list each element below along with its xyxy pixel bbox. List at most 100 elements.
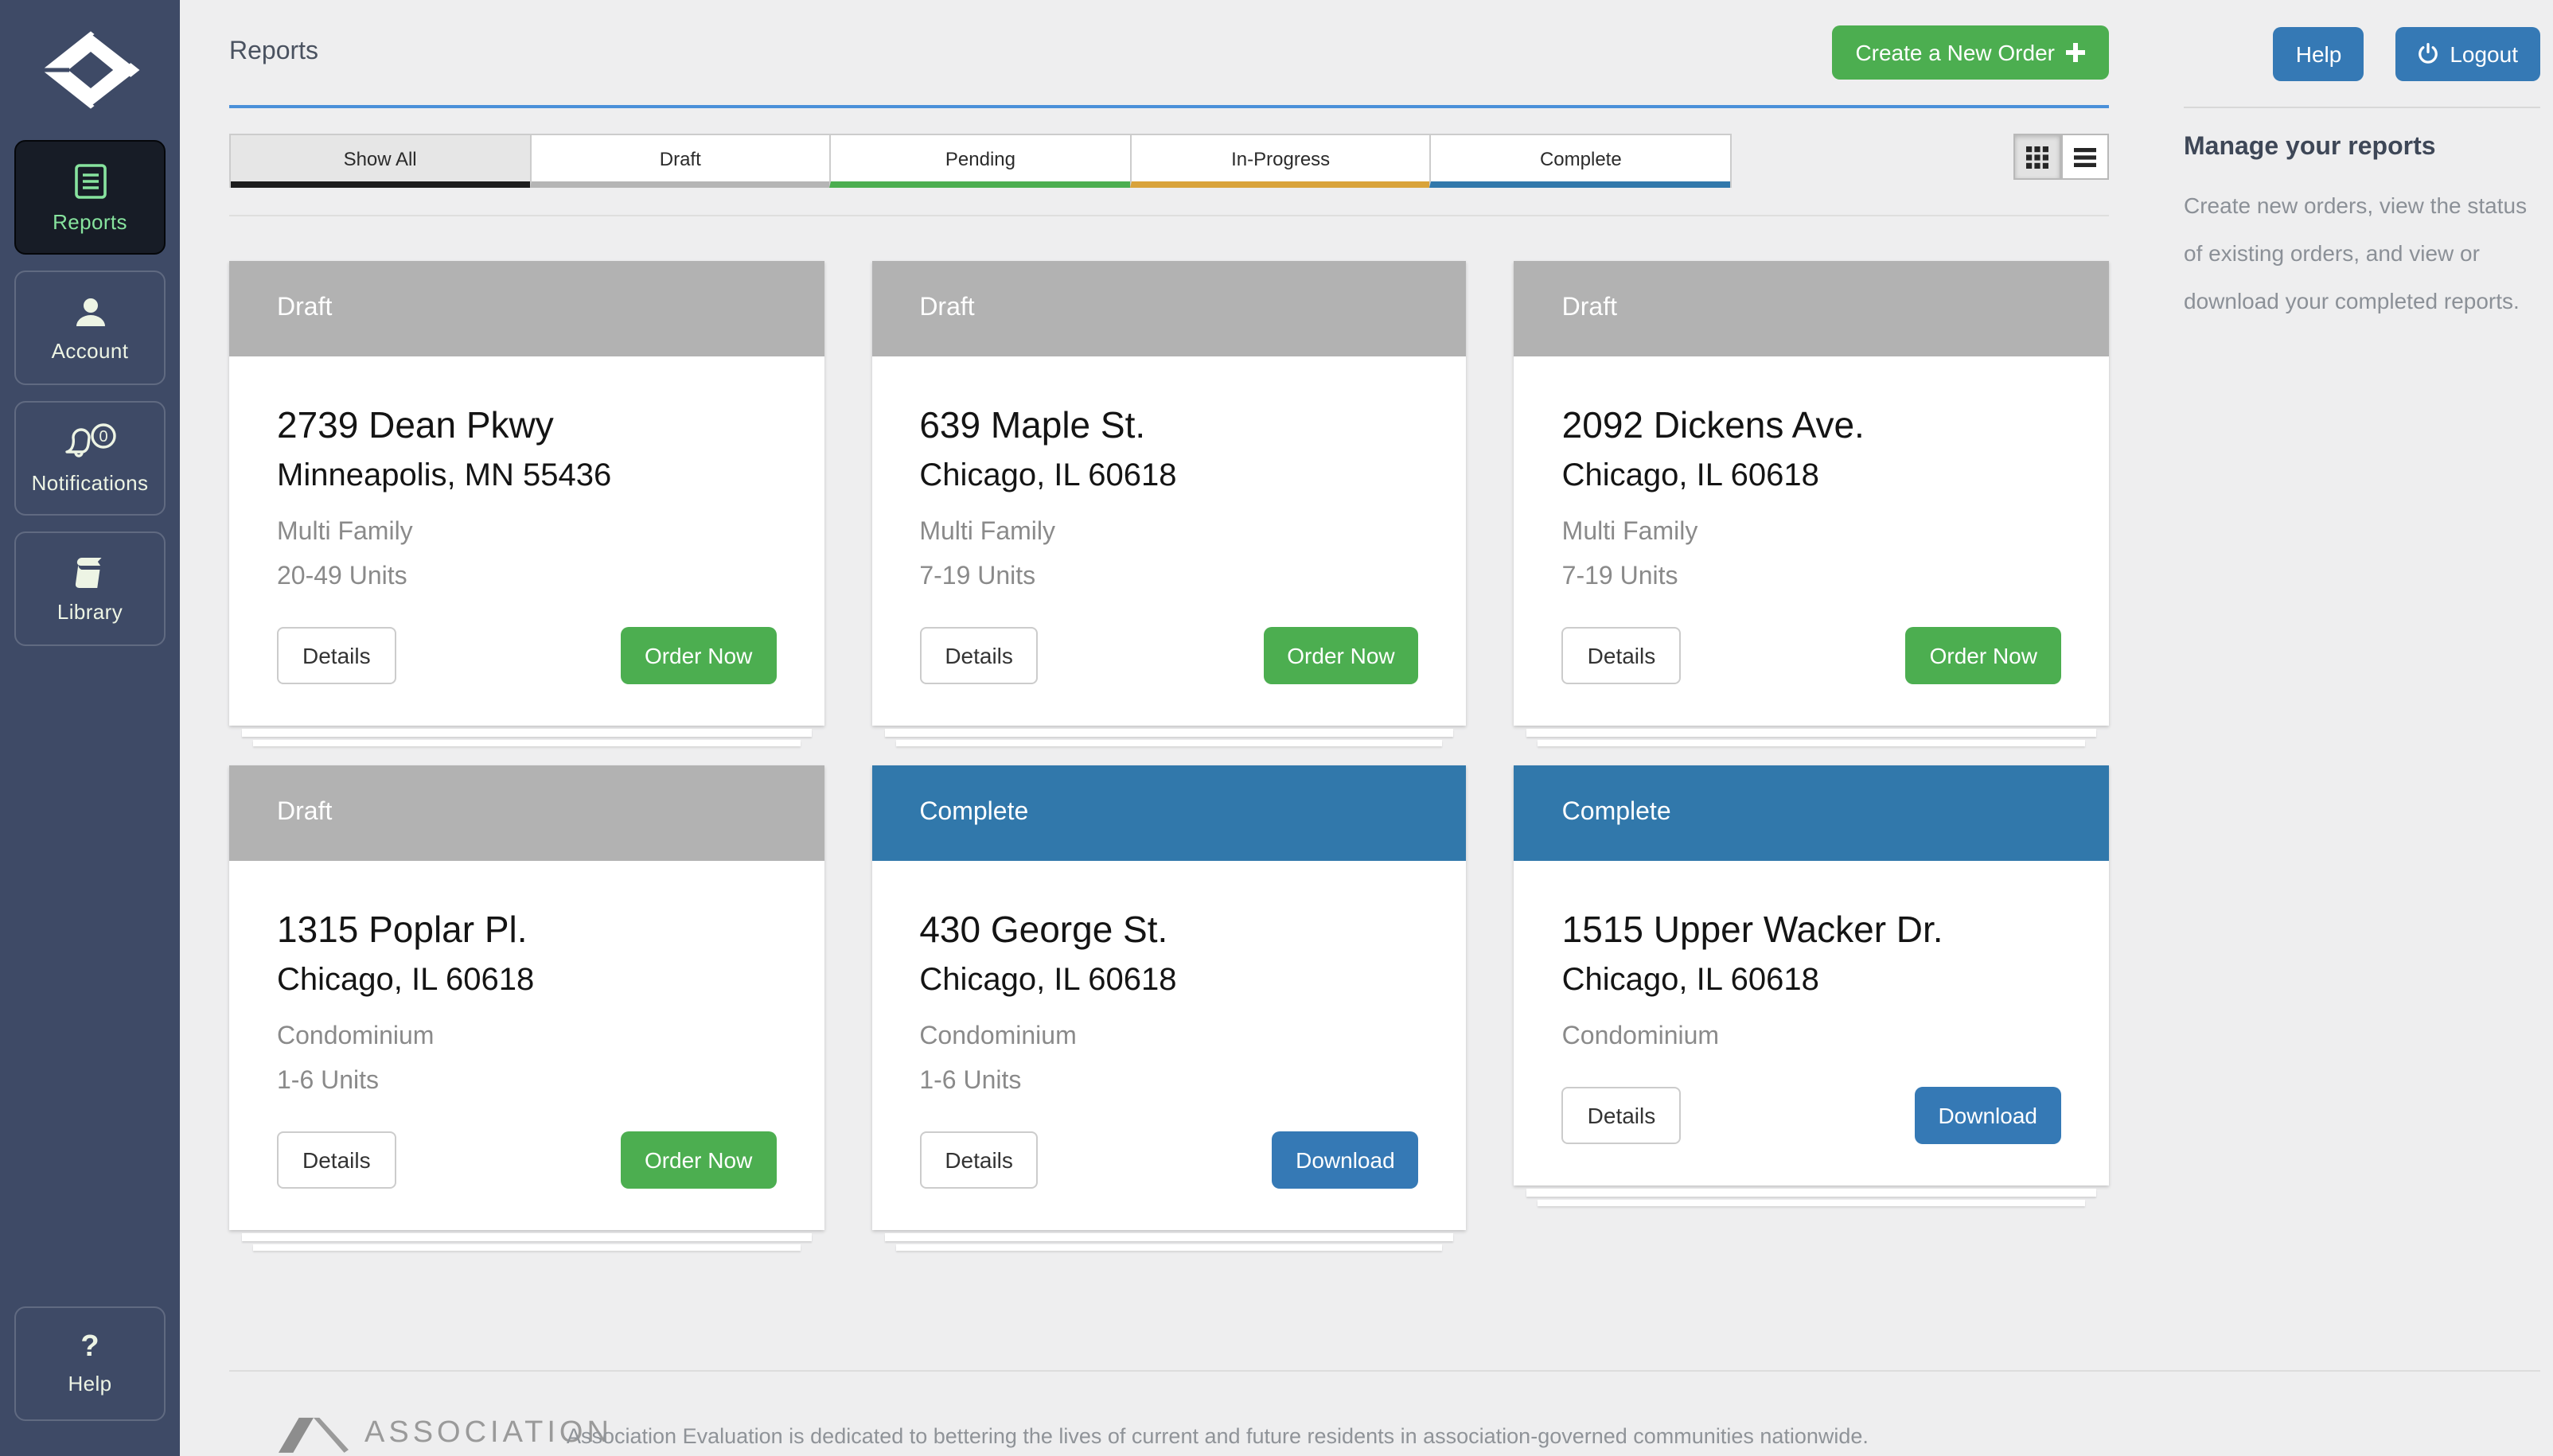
card-units: 20-49 Units: [277, 562, 776, 592]
download-button[interactable]: Download: [1914, 1087, 2061, 1144]
details-button[interactable]: Details: [919, 1131, 1039, 1189]
order-now-button[interactable]: Order Now: [621, 627, 776, 684]
card-column: Complete 1515 Upper Wacker Dr. Chicago, …: [1514, 765, 2109, 1206]
card-stack-layer: [1527, 1189, 2096, 1197]
view-mode-toggle: [2013, 134, 2109, 180]
filter-row: Show All Draft Pending In-Progress Compl…: [229, 134, 2109, 188]
footer-tagline: Association Evaluation is dedicated to b…: [567, 1424, 1869, 1448]
list-view-icon[interactable]: [2061, 134, 2109, 180]
card-units: 1-6 Units: [919, 1066, 1418, 1096]
card-stack-layer: [242, 729, 811, 737]
help-button[interactable]: Help: [2274, 26, 2364, 80]
panel-description: Create new orders, view the status of ex…: [2184, 181, 2540, 325]
sidebar-item-label: Account: [52, 338, 129, 362]
app-window: Reports Account 0: [0, 0, 2553, 1456]
sidebar-item-account[interactable]: Account: [14, 271, 166, 385]
page-title: Reports: [229, 38, 318, 67]
help-button-label: Help: [2296, 41, 2342, 66]
status-filter-tabs: Show All Draft Pending In-Progress Compl…: [229, 134, 1732, 188]
sidebar-item-notifications[interactable]: 0 Notifications: [14, 401, 166, 516]
order-now-button[interactable]: Order Now: [1263, 627, 1418, 684]
footer: ASSOCIATION Association Evaluation is de…: [229, 1370, 2540, 1456]
logout-button[interactable]: Logout: [2395, 26, 2540, 80]
content-column: Show All Draft Pending In-Progress Compl…: [229, 108, 2109, 1370]
card-stack-layer: [1538, 1200, 2085, 1206]
order-now-button[interactable]: Order Now: [621, 1131, 776, 1189]
report-card: Draft 2739 Dean Pkwy Minneapolis, MN 554…: [229, 261, 824, 726]
card-city: Chicago, IL 60618: [1562, 457, 2061, 494]
right-info-panel: Manage your reports Create new orders, v…: [2184, 108, 2540, 1370]
panel-heading: Manage your reports: [2184, 134, 2540, 162]
notification-badge-count: 0: [98, 427, 107, 445]
sidebar-item-help[interactable]: ? Help: [14, 1306, 166, 1421]
tab-in-progress[interactable]: In-Progress: [1130, 135, 1430, 188]
report-card: Draft 639 Maple St. Chicago, IL 60618 Mu…: [871, 261, 1466, 726]
sidebar-help-section: ? Help: [14, 1306, 166, 1421]
sidebar: Reports Account 0: [0, 0, 180, 1456]
logout-button-label: Logout: [2450, 41, 2518, 66]
footer-brand: ASSOCIATION: [279, 1413, 613, 1454]
details-button[interactable]: Details: [1562, 627, 1682, 684]
card-property-type: Multi Family: [277, 516, 776, 547]
card-address: 430 George St.: [919, 909, 1418, 952]
book-icon: [71, 555, 109, 590]
association-roof-icon: [279, 1413, 349, 1454]
card-stack-layer: [242, 1233, 811, 1241]
card-city: Chicago, IL 60618: [919, 457, 1418, 494]
details-button[interactable]: Details: [277, 627, 396, 684]
download-button[interactable]: Download: [1272, 1131, 1419, 1189]
card-units: 7-19 Units: [1562, 562, 2061, 592]
sidebar-item-library[interactable]: Library: [14, 531, 166, 646]
tab-show-all[interactable]: Show All: [231, 135, 529, 188]
card-property-type: Multi Family: [1562, 516, 2061, 547]
order-now-button[interactable]: Order Now: [1906, 627, 2061, 684]
card-stack-layer: [895, 1244, 1442, 1251]
sidebar-item-label: Help: [68, 1372, 111, 1396]
status-badge: Draft: [1514, 261, 2109, 356]
report-icon: [72, 162, 107, 200]
card-city: Chicago, IL 60618: [1562, 962, 2061, 999]
bell-icon: 0: [61, 422, 119, 461]
company-logo-icon: [0, 0, 180, 111]
plus-icon: [2066, 43, 2085, 62]
sidebar-item-label: Notifications: [32, 470, 149, 494]
details-button[interactable]: Details: [277, 1131, 396, 1189]
card-stack-layer: [253, 1244, 800, 1251]
create-new-order-button[interactable]: Create a New Order: [1831, 25, 2109, 80]
card-stack-layer: [1538, 740, 2085, 746]
sidebar-nav: Reports Account 0: [0, 140, 180, 646]
card-column: Draft 2092 Dickens Ave. Chicago, IL 6061…: [1514, 261, 2109, 746]
card-property-type: Condominium: [277, 1021, 776, 1051]
card-column: Complete 430 George St. Chicago, IL 6061…: [871, 765, 1466, 1251]
card-column: Draft 639 Maple St. Chicago, IL 60618 Mu…: [871, 261, 1466, 746]
question-mark-icon: ?: [80, 1332, 99, 1362]
card-address: 1515 Upper Wacker Dr.: [1562, 909, 2061, 952]
create-order-label: Create a New Order: [1855, 40, 2055, 65]
card-stack-layer: [1527, 729, 2096, 737]
card-stack-layer: [884, 729, 1453, 737]
tab-complete[interactable]: Complete: [1430, 135, 1730, 188]
card-column: Draft 2739 Dean Pkwy Minneapolis, MN 554…: [229, 261, 824, 746]
details-button[interactable]: Details: [919, 627, 1039, 684]
status-badge: Draft: [871, 261, 1466, 356]
card-stack-layer: [884, 1233, 1453, 1241]
card-address: 2739 Dean Pkwy: [277, 404, 776, 448]
card-city: Chicago, IL 60618: [277, 962, 776, 999]
details-button[interactable]: Details: [1562, 1087, 1682, 1144]
card-property-type: Condominium: [1562, 1021, 2061, 1051]
power-icon: [2418, 43, 2438, 64]
tab-pending[interactable]: Pending: [829, 135, 1129, 188]
status-badge: Draft: [229, 261, 824, 356]
report-card: Complete 1515 Upper Wacker Dr. Chicago, …: [1514, 765, 2109, 1185]
grid-view-icon[interactable]: [2013, 134, 2061, 180]
status-badge: Complete: [871, 765, 1466, 861]
card-address: 2092 Dickens Ave.: [1562, 404, 2061, 448]
card-units: 7-19 Units: [919, 562, 1418, 592]
divider: [229, 215, 2109, 216]
tab-draft[interactable]: Draft: [529, 135, 829, 188]
card-address: 639 Maple St.: [919, 404, 1418, 448]
card-city: Minneapolis, MN 55436: [277, 457, 776, 494]
sidebar-item-label: Library: [57, 599, 123, 623]
report-cards-grid: Draft 2739 Dean Pkwy Minneapolis, MN 554…: [229, 261, 2109, 1251]
sidebar-item-reports[interactable]: Reports: [14, 140, 166, 255]
